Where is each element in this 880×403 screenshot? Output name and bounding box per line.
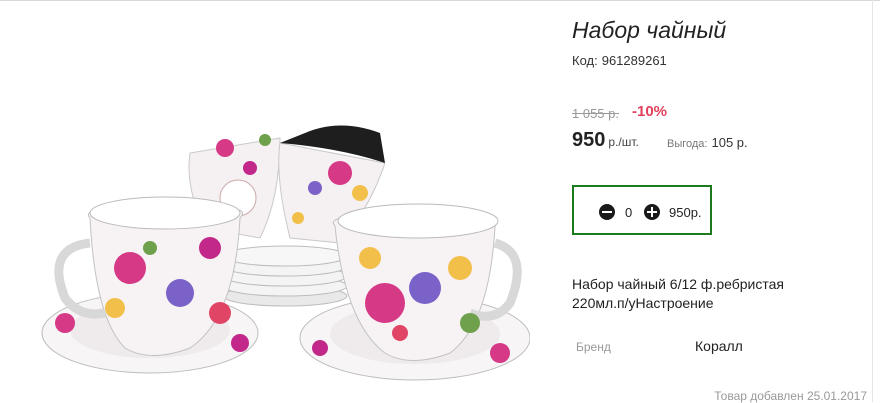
price-value: 950 [572,129,606,151]
quantity-total: 950р. [669,205,702,220]
right-divider [872,0,873,402]
savings-label: Выгода: [667,138,708,150]
current-price: 950 р./шт. [572,129,639,152]
added-date: Товар добавлен 25.01.2017 [714,389,867,403]
quantity-value: 0 [625,205,633,220]
product-code-value: 961289261 [601,53,667,68]
plus-circle-icon[interactable] [644,204,660,220]
product-description: Набор чайный 6/12 ф.ребристая 220мл.п/уН… [572,276,784,311]
brand-value[interactable]: Коралл [695,338,743,354]
discount-badge: -10% [632,103,668,120]
old-price: 1 055 р. [572,106,619,121]
savings-value: 105 р. [711,135,748,150]
product-title: Набор чайный [572,17,727,43]
minus-circle-icon[interactable] [599,204,615,220]
product-image [41,125,530,381]
top-divider [0,0,880,1]
brand-label: Бренд [576,340,611,354]
quantity-selector: 0 950р. [572,185,712,235]
savings: Выгода: 105 р. [667,135,748,150]
product-code-label: Код: [572,53,598,68]
product-code: Код: 961289261 [572,53,667,68]
price-unit: р./шт. [608,135,639,149]
